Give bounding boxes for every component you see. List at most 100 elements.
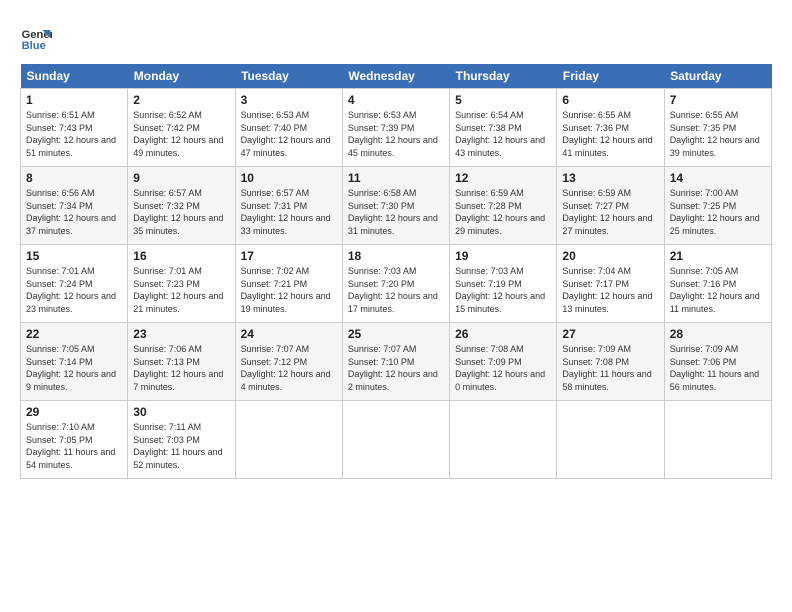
calendar-cell: 26 Sunrise: 7:08 AMSunset: 7:09 PMDaylig… xyxy=(450,323,557,401)
day-number: 8 xyxy=(26,171,122,185)
calendar-cell: 10 Sunrise: 6:57 AMSunset: 7:31 PMDaylig… xyxy=(235,167,342,245)
day-number: 25 xyxy=(348,327,444,341)
calendar-cell: 15 Sunrise: 7:01 AMSunset: 7:24 PMDaylig… xyxy=(21,245,128,323)
calendar-cell xyxy=(664,401,771,479)
day-info: Sunrise: 7:09 AMSunset: 7:08 PMDaylight:… xyxy=(562,343,658,393)
day-number: 1 xyxy=(26,93,122,107)
calendar-cell: 17 Sunrise: 7:02 AMSunset: 7:21 PMDaylig… xyxy=(235,245,342,323)
calendar-cell: 6 Sunrise: 6:55 AMSunset: 7:36 PMDayligh… xyxy=(557,89,664,167)
page-container: General Blue SundayMondayTuesdayWednesda… xyxy=(0,0,792,489)
calendar-cell: 24 Sunrise: 7:07 AMSunset: 7:12 PMDaylig… xyxy=(235,323,342,401)
day-number: 7 xyxy=(670,93,766,107)
day-info: Sunrise: 6:58 AMSunset: 7:30 PMDaylight:… xyxy=(348,187,444,237)
day-number: 17 xyxy=(241,249,337,263)
day-number: 4 xyxy=(348,93,444,107)
day-info: Sunrise: 7:02 AMSunset: 7:21 PMDaylight:… xyxy=(241,265,337,315)
day-number: 24 xyxy=(241,327,337,341)
calendar-cell: 5 Sunrise: 6:54 AMSunset: 7:38 PMDayligh… xyxy=(450,89,557,167)
day-info: Sunrise: 7:01 AMSunset: 7:24 PMDaylight:… xyxy=(26,265,122,315)
day-info: Sunrise: 7:03 AMSunset: 7:20 PMDaylight:… xyxy=(348,265,444,315)
day-number: 2 xyxy=(133,93,229,107)
day-number: 14 xyxy=(670,171,766,185)
calendar-row: 22 Sunrise: 7:05 AMSunset: 7:14 PMDaylig… xyxy=(21,323,772,401)
day-info: Sunrise: 7:05 AMSunset: 7:14 PMDaylight:… xyxy=(26,343,122,393)
day-number: 3 xyxy=(241,93,337,107)
calendar-header-cell: Thursday xyxy=(450,64,557,89)
day-number: 10 xyxy=(241,171,337,185)
calendar-cell: 25 Sunrise: 7:07 AMSunset: 7:10 PMDaylig… xyxy=(342,323,449,401)
day-info: Sunrise: 6:57 AMSunset: 7:31 PMDaylight:… xyxy=(241,187,337,237)
day-number: 30 xyxy=(133,405,229,419)
calendar-cell: 16 Sunrise: 7:01 AMSunset: 7:23 PMDaylig… xyxy=(128,245,235,323)
calendar-cell: 29 Sunrise: 7:10 AMSunset: 7:05 PMDaylig… xyxy=(21,401,128,479)
calendar-cell xyxy=(235,401,342,479)
calendar-cell: 11 Sunrise: 6:58 AMSunset: 7:30 PMDaylig… xyxy=(342,167,449,245)
calendar-cell: 4 Sunrise: 6:53 AMSunset: 7:39 PMDayligh… xyxy=(342,89,449,167)
day-number: 18 xyxy=(348,249,444,263)
calendar-cell: 28 Sunrise: 7:09 AMSunset: 7:06 PMDaylig… xyxy=(664,323,771,401)
day-number: 23 xyxy=(133,327,229,341)
calendar-cell: 7 Sunrise: 6:55 AMSunset: 7:35 PMDayligh… xyxy=(664,89,771,167)
day-info: Sunrise: 6:59 AMSunset: 7:28 PMDaylight:… xyxy=(455,187,551,237)
calendar-header-cell: Monday xyxy=(128,64,235,89)
day-number: 22 xyxy=(26,327,122,341)
day-info: Sunrise: 7:04 AMSunset: 7:17 PMDaylight:… xyxy=(562,265,658,315)
day-number: 5 xyxy=(455,93,551,107)
calendar-header-cell: Tuesday xyxy=(235,64,342,89)
day-info: Sunrise: 6:52 AMSunset: 7:42 PMDaylight:… xyxy=(133,109,229,159)
calendar-header-cell: Wednesday xyxy=(342,64,449,89)
calendar-body: 1 Sunrise: 6:51 AMSunset: 7:43 PMDayligh… xyxy=(21,89,772,479)
header: General Blue xyxy=(20,18,772,54)
calendar-cell: 27 Sunrise: 7:09 AMSunset: 7:08 PMDaylig… xyxy=(557,323,664,401)
day-number: 19 xyxy=(455,249,551,263)
logo-icon: General Blue xyxy=(20,22,52,54)
day-number: 16 xyxy=(133,249,229,263)
calendar-cell: 14 Sunrise: 7:00 AMSunset: 7:25 PMDaylig… xyxy=(664,167,771,245)
day-info: Sunrise: 6:57 AMSunset: 7:32 PMDaylight:… xyxy=(133,187,229,237)
calendar-cell: 20 Sunrise: 7:04 AMSunset: 7:17 PMDaylig… xyxy=(557,245,664,323)
calendar-cell: 12 Sunrise: 6:59 AMSunset: 7:28 PMDaylig… xyxy=(450,167,557,245)
calendar-header-cell: Friday xyxy=(557,64,664,89)
calendar-cell xyxy=(557,401,664,479)
logo: General Blue xyxy=(20,22,56,54)
calendar-row: 8 Sunrise: 6:56 AMSunset: 7:34 PMDayligh… xyxy=(21,167,772,245)
calendar-cell: 19 Sunrise: 7:03 AMSunset: 7:19 PMDaylig… xyxy=(450,245,557,323)
day-number: 27 xyxy=(562,327,658,341)
calendar-cell: 1 Sunrise: 6:51 AMSunset: 7:43 PMDayligh… xyxy=(21,89,128,167)
day-number: 26 xyxy=(455,327,551,341)
calendar-cell: 2 Sunrise: 6:52 AMSunset: 7:42 PMDayligh… xyxy=(128,89,235,167)
day-number: 28 xyxy=(670,327,766,341)
day-info: Sunrise: 7:09 AMSunset: 7:06 PMDaylight:… xyxy=(670,343,766,393)
calendar-header-row: SundayMondayTuesdayWednesdayThursdayFrid… xyxy=(21,64,772,89)
day-info: Sunrise: 7:01 AMSunset: 7:23 PMDaylight:… xyxy=(133,265,229,315)
day-number: 11 xyxy=(348,171,444,185)
day-info: Sunrise: 6:59 AMSunset: 7:27 PMDaylight:… xyxy=(562,187,658,237)
calendar-cell: 22 Sunrise: 7:05 AMSunset: 7:14 PMDaylig… xyxy=(21,323,128,401)
calendar-cell: 8 Sunrise: 6:56 AMSunset: 7:34 PMDayligh… xyxy=(21,167,128,245)
calendar-cell: 18 Sunrise: 7:03 AMSunset: 7:20 PMDaylig… xyxy=(342,245,449,323)
calendar-row: 1 Sunrise: 6:51 AMSunset: 7:43 PMDayligh… xyxy=(21,89,772,167)
calendar-table: SundayMondayTuesdayWednesdayThursdayFrid… xyxy=(20,64,772,479)
day-info: Sunrise: 6:55 AMSunset: 7:35 PMDaylight:… xyxy=(670,109,766,159)
calendar-header-cell: Sunday xyxy=(21,64,128,89)
calendar-cell xyxy=(450,401,557,479)
day-number: 13 xyxy=(562,171,658,185)
day-info: Sunrise: 6:53 AMSunset: 7:40 PMDaylight:… xyxy=(241,109,337,159)
svg-text:Blue: Blue xyxy=(22,40,46,52)
day-info: Sunrise: 7:08 AMSunset: 7:09 PMDaylight:… xyxy=(455,343,551,393)
day-number: 21 xyxy=(670,249,766,263)
day-number: 9 xyxy=(133,171,229,185)
calendar-cell: 3 Sunrise: 6:53 AMSunset: 7:40 PMDayligh… xyxy=(235,89,342,167)
day-number: 6 xyxy=(562,93,658,107)
day-info: Sunrise: 7:10 AMSunset: 7:05 PMDaylight:… xyxy=(26,421,122,471)
day-info: Sunrise: 7:05 AMSunset: 7:16 PMDaylight:… xyxy=(670,265,766,315)
day-info: Sunrise: 6:55 AMSunset: 7:36 PMDaylight:… xyxy=(562,109,658,159)
day-info: Sunrise: 7:11 AMSunset: 7:03 PMDaylight:… xyxy=(133,421,229,471)
day-number: 15 xyxy=(26,249,122,263)
calendar-header-cell: Saturday xyxy=(664,64,771,89)
calendar-row: 15 Sunrise: 7:01 AMSunset: 7:24 PMDaylig… xyxy=(21,245,772,323)
day-info: Sunrise: 6:51 AMSunset: 7:43 PMDaylight:… xyxy=(26,109,122,159)
day-info: Sunrise: 7:07 AMSunset: 7:10 PMDaylight:… xyxy=(348,343,444,393)
day-number: 20 xyxy=(562,249,658,263)
calendar-cell: 9 Sunrise: 6:57 AMSunset: 7:32 PMDayligh… xyxy=(128,167,235,245)
